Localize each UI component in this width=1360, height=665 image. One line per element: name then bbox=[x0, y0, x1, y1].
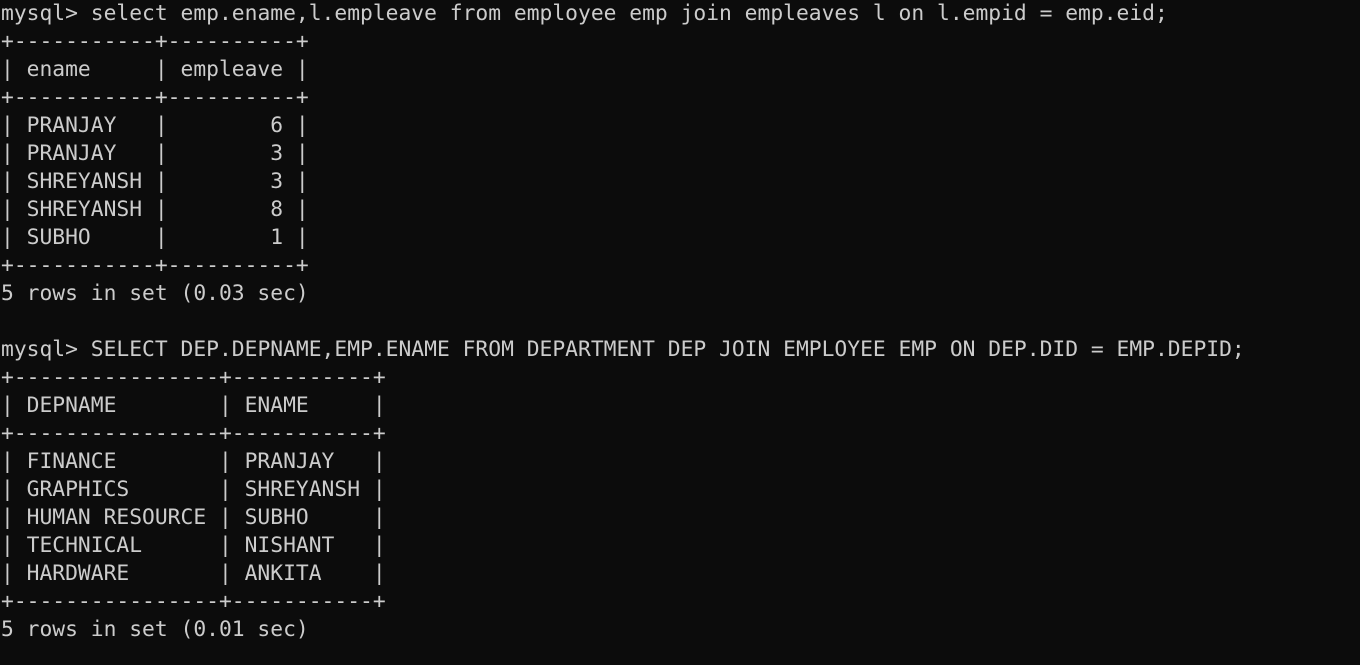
table-row: | PRANJAY | 6 | bbox=[1, 113, 309, 138]
command-text: select emp.ename,l.empleave from employe… bbox=[90, 1, 1168, 26]
command-line: mysql> SELECT DEP.DEPNAME,EMP.ENAME FROM… bbox=[1, 336, 1360, 364]
table-border-top: +----------------+-----------+ bbox=[1, 365, 386, 390]
table-border-header: +----------------+-----------+ bbox=[1, 421, 386, 446]
table-row: | HARDWARE | ANKITA | bbox=[1, 561, 386, 586]
prompt: mysql> bbox=[1, 1, 78, 26]
prompt: mysql> bbox=[1, 337, 78, 362]
result-status: 5 rows in set (0.01 sec) bbox=[1, 617, 309, 642]
command-text: SELECT DEP.DEPNAME,EMP.ENAME FROM DEPART… bbox=[90, 337, 1245, 362]
table-row: | TECHNICAL | NISHANT | bbox=[1, 533, 386, 558]
table-row: | PRANJAY | 3 | bbox=[1, 141, 309, 166]
table-border-bottom: +----------------+-----------+ bbox=[1, 589, 386, 614]
table-header: | DEPNAME | ENAME | bbox=[1, 393, 386, 418]
terminal-window[interactable]: mysql> select emp.ename,l.empleave from … bbox=[0, 0, 1360, 665]
table-row: | FINANCE | PRANJAY | bbox=[1, 449, 386, 474]
command-line: mysql> select emp.ename,l.empleave from … bbox=[1, 0, 1360, 28]
table-row: | SHREYANSH | 8 | bbox=[1, 197, 309, 222]
table-border-top: +-----------+----------+ bbox=[1, 29, 309, 54]
table-border-header: +-----------+----------+ bbox=[1, 85, 309, 110]
table-row: | SUBHO | 1 | bbox=[1, 225, 309, 250]
table-row: | HUMAN RESOURCE | SUBHO | bbox=[1, 505, 386, 530]
table-border-bottom: +-----------+----------+ bbox=[1, 253, 309, 278]
result-status: 5 rows in set (0.03 sec) bbox=[1, 281, 309, 306]
table-row: | SHREYANSH | 3 | bbox=[1, 169, 309, 194]
table-row: | GRAPHICS | SHREYANSH | bbox=[1, 477, 386, 502]
table-header: | ename | empleave | bbox=[1, 57, 309, 82]
